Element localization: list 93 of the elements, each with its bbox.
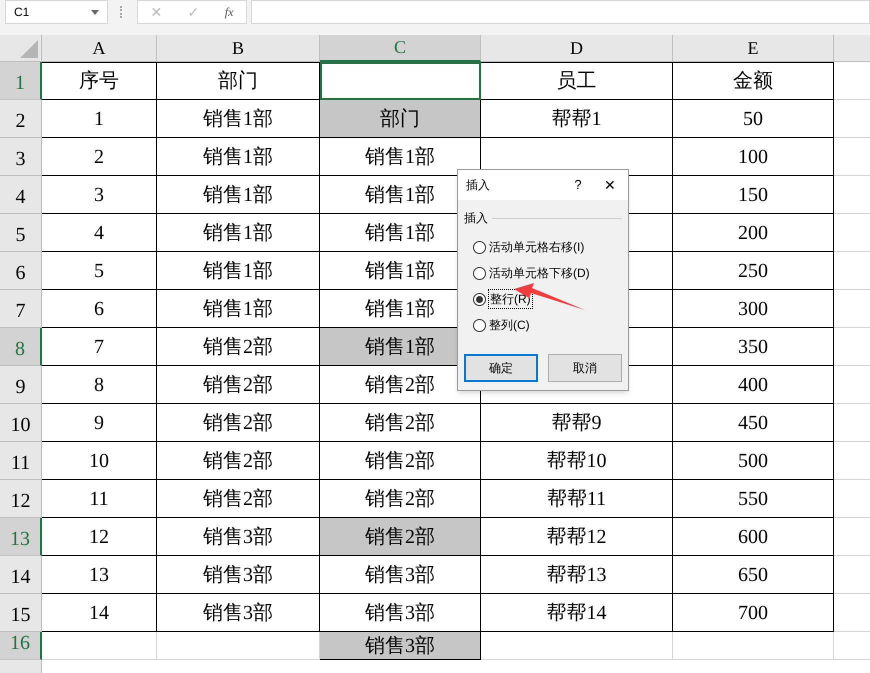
table-cell: 帮帮12 — [481, 518, 673, 556]
option-label[interactable]: 活动单元格右移(I) — [489, 238, 584, 256]
table-cell: 3 — [42, 176, 157, 214]
cancel-button[interactable]: 取消 — [548, 354, 622, 382]
table-cell: 4 — [42, 214, 157, 252]
table-cell: 650 — [673, 556, 834, 594]
table-cell: 帮帮1 — [481, 100, 673, 138]
row-header[interactable]: 3 — [0, 138, 42, 176]
table-cell: 序号 — [42, 62, 157, 100]
insert-function-button[interactable]: fx — [224, 3, 234, 21]
table-cell: 销售1部 — [157, 214, 320, 252]
row-header[interactable]: 4 — [0, 176, 42, 214]
table-cell: 销售3部 — [157, 556, 320, 594]
table-cell: 销售2部 — [320, 518, 481, 556]
row-header[interactable]: 7 — [0, 290, 42, 328]
table-cell: 12 — [42, 518, 157, 556]
row-header[interactable]: 5 — [0, 214, 42, 252]
table-cell: 销售2部 — [157, 442, 320, 480]
table-cell: 11 — [42, 480, 157, 518]
row-header[interactable]: 2 — [0, 100, 42, 138]
table-cell: 350 — [673, 328, 834, 366]
table-cell: 帮帮13 — [481, 556, 673, 594]
table-cell: 10 — [42, 442, 157, 480]
column-header[interactable]: D — [481, 35, 673, 62]
table-cell: 销售2部 — [157, 404, 320, 442]
table-cell: 金额 — [673, 62, 834, 100]
table-cell: 2 — [42, 138, 157, 176]
table-cell: 700 — [673, 594, 834, 632]
table-cell: 600 — [673, 518, 834, 556]
table-cell: 销售3部 — [320, 632, 481, 660]
formula-input[interactable] — [251, 0, 870, 24]
radio-button[interactable] — [473, 318, 486, 332]
ok-button[interactable]: 确定 — [464, 354, 538, 382]
row-header[interactable]: 15 — [0, 594, 42, 632]
table-cell: 6 — [42, 290, 157, 328]
option-label[interactable]: 活动单元格下移(D) — [489, 264, 590, 282]
table-cell: 100 — [673, 138, 834, 176]
table-cell: 销售3部 — [320, 556, 481, 594]
table-cell: 销售2部 — [320, 442, 481, 480]
table-cell: 50 — [673, 100, 834, 138]
table-cell: 450 — [673, 404, 834, 442]
row-header[interactable]: 14 — [0, 556, 42, 594]
column-header[interactable]: C — [320, 35, 481, 62]
row-header[interactable]: 10 — [0, 404, 42, 442]
table-cell: 销售1部 — [157, 290, 320, 328]
column-header[interactable]: E — [673, 35, 834, 62]
table-cell: 销售3部 — [157, 594, 320, 632]
table-cell: 销售2部 — [157, 480, 320, 518]
table-cell: 9 — [42, 404, 157, 442]
table-cell: 销售1部 — [157, 176, 320, 214]
row-header[interactable]: 11 — [0, 442, 42, 480]
table-cell: 帮帮10 — [481, 442, 673, 480]
table-cell: 400 — [673, 366, 834, 404]
dropdown-caret-icon — [91, 10, 99, 14]
table-cell: 销售1部 — [157, 252, 320, 290]
table-cell: 13 — [42, 556, 157, 594]
table-cell: 销售2部 — [157, 366, 320, 404]
table-cell: 250 — [673, 252, 834, 290]
table-cell: 200 — [673, 214, 834, 252]
table-cell: 帮帮11 — [481, 480, 673, 518]
table-cell: 部门 — [320, 100, 481, 138]
column-header[interactable]: A — [42, 35, 157, 62]
help-button[interactable]: ? — [568, 175, 588, 195]
table-cell: 1 — [42, 100, 157, 138]
table-cell: 14 — [42, 594, 157, 632]
table-cell: 销售1部 — [157, 138, 320, 176]
table-cell: 帮帮14 — [481, 594, 673, 632]
table-cell: 5 — [42, 252, 157, 290]
table-cell: 550 — [673, 480, 834, 518]
row-header[interactable]: 9 — [0, 366, 42, 404]
table-cell: 帮帮9 — [481, 404, 673, 442]
close-button[interactable]: ✕ — [600, 174, 620, 196]
table-cell: 员工 — [481, 62, 673, 100]
name-box[interactable]: C1 — [5, 0, 108, 24]
row-header[interactable]: 12 — [0, 480, 42, 518]
radio-button[interactable] — [473, 292, 486, 306]
table-cell: 300 — [673, 290, 834, 328]
table-cell: 部门 — [157, 62, 320, 100]
row-header[interactable]: 13 — [0, 518, 42, 556]
grip-icon — [120, 6, 123, 18]
option-label[interactable]: 整列(C) — [489, 316, 530, 334]
row-header[interactable]: 16 — [0, 632, 42, 660]
column-header[interactable]: B — [157, 35, 320, 62]
table-cell: 150 — [673, 176, 834, 214]
table-cell: 500 — [673, 442, 834, 480]
table-cell: 销售2部 — [320, 404, 481, 442]
radio-button[interactable] — [473, 240, 486, 254]
row-header[interactable]: 1 — [0, 62, 42, 100]
row-header[interactable]: 8 — [0, 328, 42, 366]
row-header[interactable]: 6 — [0, 252, 42, 290]
radio-button[interactable] — [473, 266, 486, 280]
table-cell: 7 — [42, 328, 157, 366]
table-cell: 8 — [42, 366, 157, 404]
